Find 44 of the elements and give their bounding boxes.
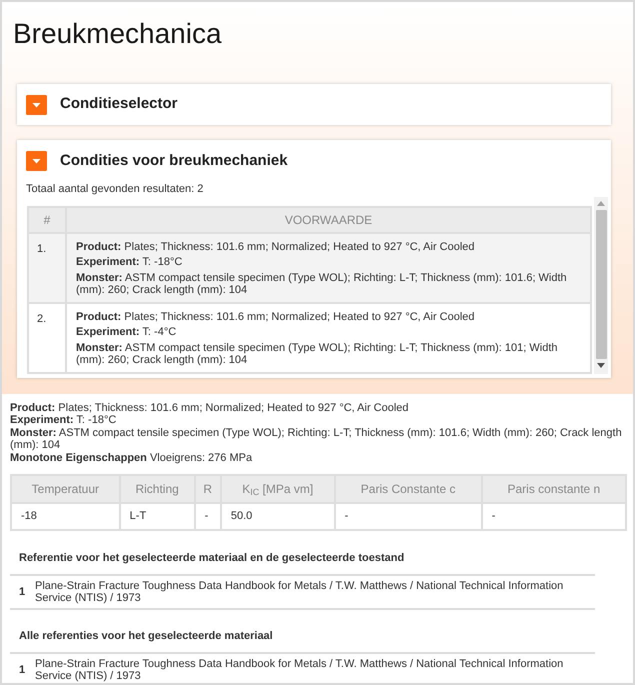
row-number: 1. xyxy=(37,242,46,254)
detail-text: Monster: ASTM compact tensile specimen (Type WOL); Richting: L-T; Thickness (mm): 101.6; Width (mm): 260; Crack length (mm): 104 xyxy=(10,426,623,452)
column-header: VOORWAARDE xyxy=(66,206,591,232)
detail-text: Experiment: T: -18°C xyxy=(10,414,118,426)
table-cell: - xyxy=(194,503,221,530)
condition-text: Experiment: T: -4°C xyxy=(76,326,178,338)
detail-text: Monotone Eigenschappen Vloeigrens: 276 MPa xyxy=(10,452,254,464)
condition-text: Product: Plates; Thickness: 101.6 mm; Normalized; Heated to 927 °C, Air Cooled xyxy=(76,240,476,253)
section-heading: Alle referenties voor het geselecteerde materiaal xyxy=(19,629,273,643)
condition-text: Monster: ASTM compact tensile specimen (Type WOL); Richting: L-T; Thickness (mm): 101.6; Width (mm): 260; Crack length (mm): 104 xyxy=(76,272,568,296)
table-cell: 50.0 xyxy=(220,503,335,530)
column-header: Paris Constante c xyxy=(334,475,482,503)
column-header: # xyxy=(28,206,66,232)
caret-down-icon[interactable] xyxy=(26,94,47,114)
page-title: Breukmechanica xyxy=(13,17,222,51)
table-cell: L-T xyxy=(120,503,195,530)
reference-number: 1 xyxy=(19,662,26,678)
column-header: R xyxy=(194,475,221,503)
reference-text: Plane-Strain Fracture Toughness Data Handbook for Metals / T.W. Matthews / National Technical Information Service (NTIS) / 1973 xyxy=(35,658,564,682)
reference-text: Plane-Strain Fracture Toughness Data Handbook for Metals / T.W. Matthews / National Technical Information Service (NTIS) / 1973 xyxy=(35,580,564,604)
table-row[interactable] xyxy=(28,232,591,302)
scrollbar-thumb[interactable] xyxy=(596,210,606,358)
scroll-up-icon[interactable] xyxy=(597,200,605,206)
column-header: Richting xyxy=(120,475,195,503)
caret-down-icon[interactable] xyxy=(26,151,47,172)
table-cell: - xyxy=(334,503,482,530)
section-heading: Referentie voor het geselecteerde materiaal en de geselecteerde toestand xyxy=(19,551,404,565)
table-row[interactable] xyxy=(28,302,591,372)
table-cell: - xyxy=(482,503,626,530)
panel-title[interactable]: Conditieselector xyxy=(60,93,178,116)
column-header: Temperatuur xyxy=(11,475,120,503)
scrollbar[interactable] xyxy=(594,196,608,374)
panel-title[interactable]: Condities voor breukmechaniek xyxy=(60,150,288,172)
condition-text: Experiment: T: -18°C xyxy=(76,256,184,268)
reference-number: 1 xyxy=(19,584,26,600)
result-count: Totaal aantal gevonden resultaten: 2 xyxy=(25,182,204,196)
column-header: K$_{IC}$ [MPa vm] xyxy=(220,475,335,503)
table-cell: -18 xyxy=(11,503,120,530)
column-header: Paris constante n xyxy=(482,475,626,503)
detail-text: Product: Plates; Thickness: 101.6 mm; Normalized; Heated to 927 °C, Air Cooled xyxy=(10,402,410,414)
row-number: 2. xyxy=(37,312,46,324)
condition-text: Monster: ASTM compact tensile specimen (Type WOL); Richting: L-T; Thickness (mm): 101; Width (mm): 260; Crack length (mm): 104 xyxy=(76,342,558,366)
scroll-down-icon[interactable] xyxy=(597,362,605,368)
condition-text: Product: Plates; Thickness: 101.6 mm; Normalized; Heated to 927 °C, Air Cooled xyxy=(76,310,476,323)
